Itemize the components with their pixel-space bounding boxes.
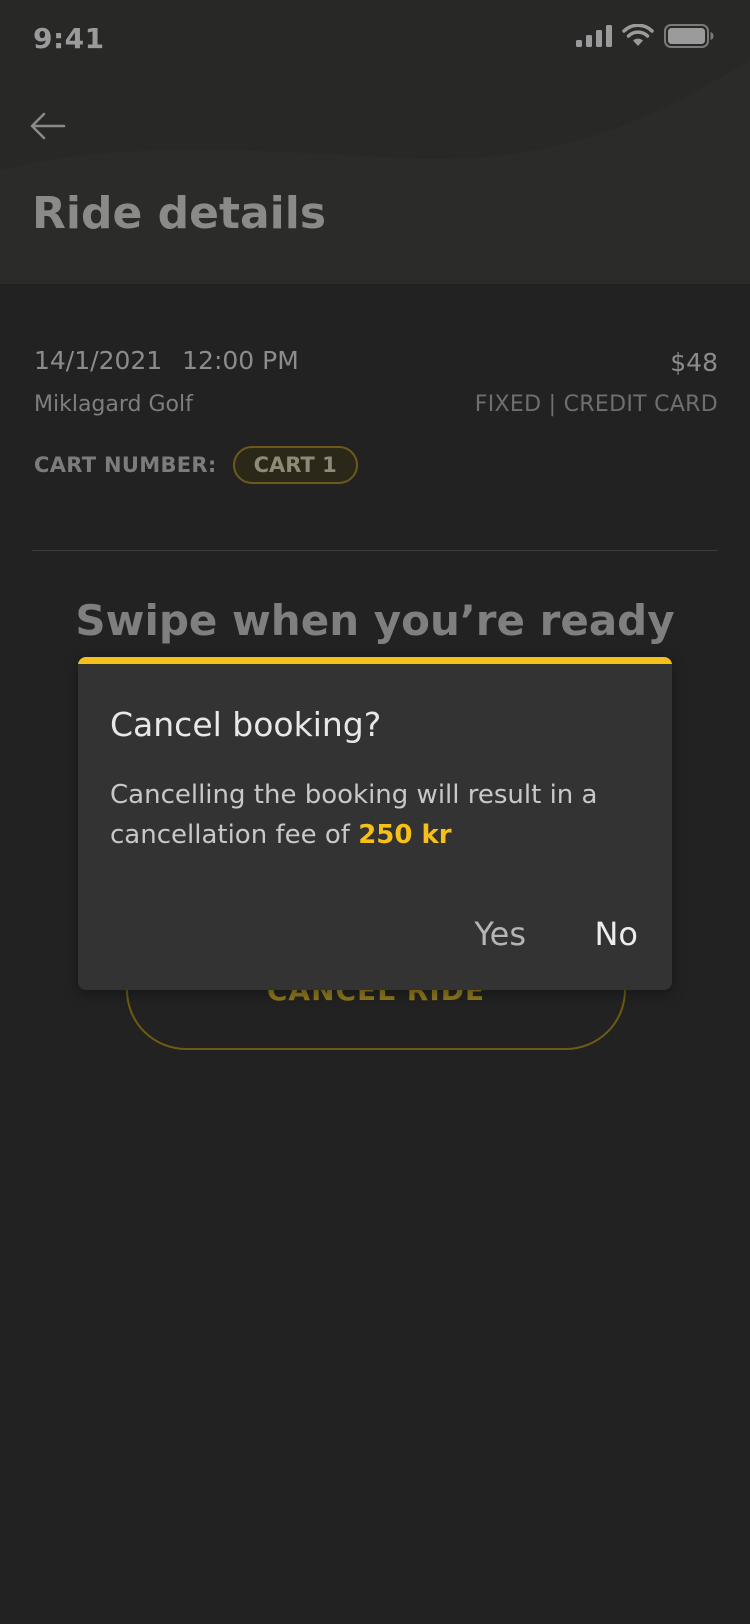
divider — [32, 550, 718, 551]
booking-time: 12:00 PM — [182, 346, 299, 375]
swipe-heading: Swipe when you’re ready — [75, 596, 675, 645]
dialog-message-text: Cancelling the booking will result in a … — [110, 780, 598, 850]
page-title: Ride details — [32, 188, 327, 239]
dialog-message: Cancelling the booking will result in a … — [110, 775, 640, 855]
dialog-yes-button[interactable]: Yes — [474, 915, 526, 953]
cancellation-fee: 250 kr — [358, 820, 452, 850]
cart-row: CART NUMBER: CART 1 — [34, 446, 358, 484]
cellular-signal-icon — [576, 25, 612, 47]
dialog-no-button[interactable]: No — [594, 915, 638, 953]
status-time: 9:41 — [33, 22, 105, 55]
status-icons — [576, 24, 714, 48]
status-bar: 9:41 — [0, 0, 750, 84]
dialog-title: Cancel booking? — [110, 705, 382, 744]
booking-location: Miklagard Golf — [34, 392, 193, 417]
header: 9:41 Ride details — [0, 0, 750, 284]
battery-icon — [664, 24, 714, 48]
ride-details-screen: 9:41 Ride details 14/1/2021 12:00 PM $48… — [0, 0, 750, 1624]
cart-number-badge: CART 1 — [232, 446, 358, 484]
booking-date: 14/1/2021 — [34, 346, 163, 375]
cancel-booking-dialog: Cancel booking? Cancelling the booking w… — [78, 657, 672, 990]
booking-price: $48 — [670, 348, 718, 377]
booking-datetime: 14/1/2021 12:00 PM — [34, 346, 299, 375]
arrow-left-icon — [30, 112, 66, 140]
payment-method: FIXED | CREDIT CARD — [474, 392, 718, 417]
wifi-icon — [622, 24, 654, 46]
cart-number-label: CART NUMBER: — [34, 453, 217, 477]
dialog-accent-bar — [78, 657, 672, 664]
back-button[interactable] — [26, 104, 70, 148]
